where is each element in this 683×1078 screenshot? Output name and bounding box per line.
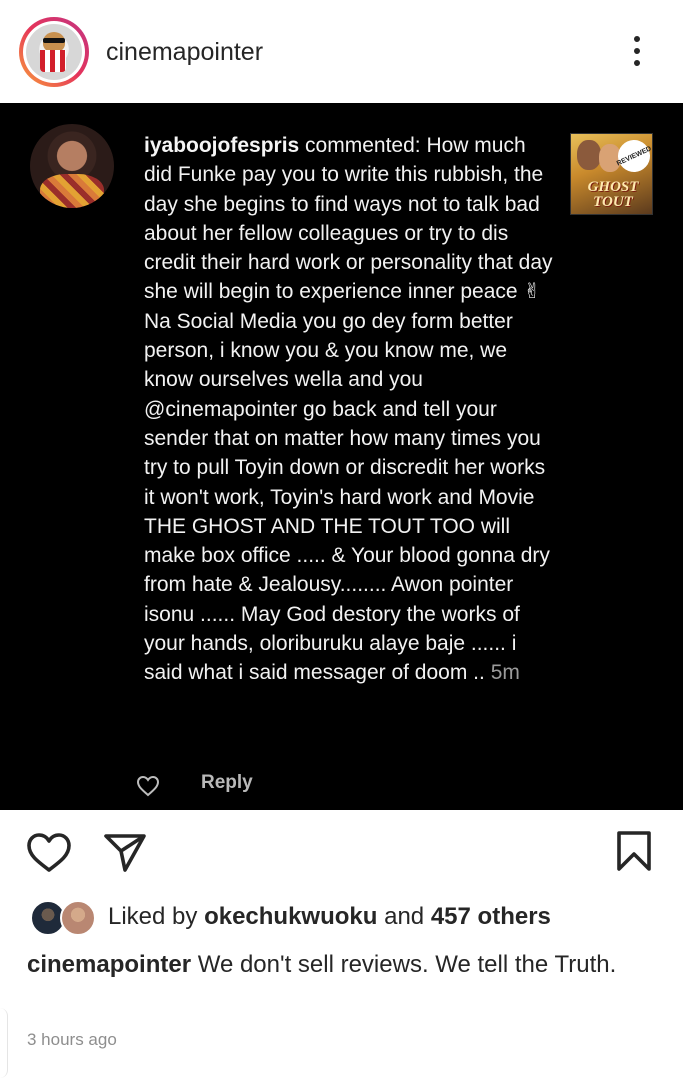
header-username[interactable]: cinemapointer <box>106 38 263 67</box>
likes-summary[interactable]: Liked by okechukwuoku and 457 others <box>108 903 551 931</box>
save-button[interactable] <box>614 830 654 872</box>
likes-others-count[interactable]: 457 others <box>431 903 551 930</box>
post-header: cinemapointer <box>0 0 683 103</box>
more-options-button[interactable] <box>626 36 648 70</box>
caption-username[interactable]: cinemapointer <box>27 951 191 978</box>
heart-icon <box>27 833 71 872</box>
liked-by-user[interactable]: okechukwuoku <box>204 903 377 930</box>
comment-time: 5m <box>490 661 520 685</box>
comment-username: iyaboojofespris <box>144 134 300 157</box>
bookmark-icon <box>617 831 651 871</box>
comment-heart-icon <box>136 775 160 797</box>
reviewed-badge: REVIEWED <box>612 134 652 178</box>
post-caption: cinemapointer We don't sell reviews. We … <box>27 947 647 982</box>
profile-avatar[interactable] <box>19 17 89 87</box>
post-timestamp: 3 hours ago <box>27 1030 117 1049</box>
scroll-edge <box>0 1008 8 1078</box>
like-button[interactable] <box>26 832 72 874</box>
more-vertical-icon <box>634 36 640 42</box>
comment-text: iyaboojofespris commented: How much did … <box>144 131 554 688</box>
popcorn-dog-avatar-icon <box>26 24 82 80</box>
caption-text: We don't sell reviews. We tell the Truth… <box>197 951 617 978</box>
avatar <box>60 900 96 936</box>
send-icon <box>104 834 146 872</box>
share-button[interactable] <box>102 832 148 874</box>
post-thumbnail: REVIEWED GHOST TOUT <box>570 133 653 215</box>
liked-by-avatars[interactable] <box>30 900 96 936</box>
comment-verb: commented: <box>305 134 421 157</box>
thumbnail-title: GHOST TOUT <box>587 179 639 210</box>
comment-body: How much did Funke pay you to write this… <box>144 134 553 685</box>
reply-label: Reply <box>201 772 253 793</box>
post-image[interactable]: iyaboojofespris commented: How much did … <box>0 103 683 810</box>
commenter-avatar <box>30 124 114 208</box>
